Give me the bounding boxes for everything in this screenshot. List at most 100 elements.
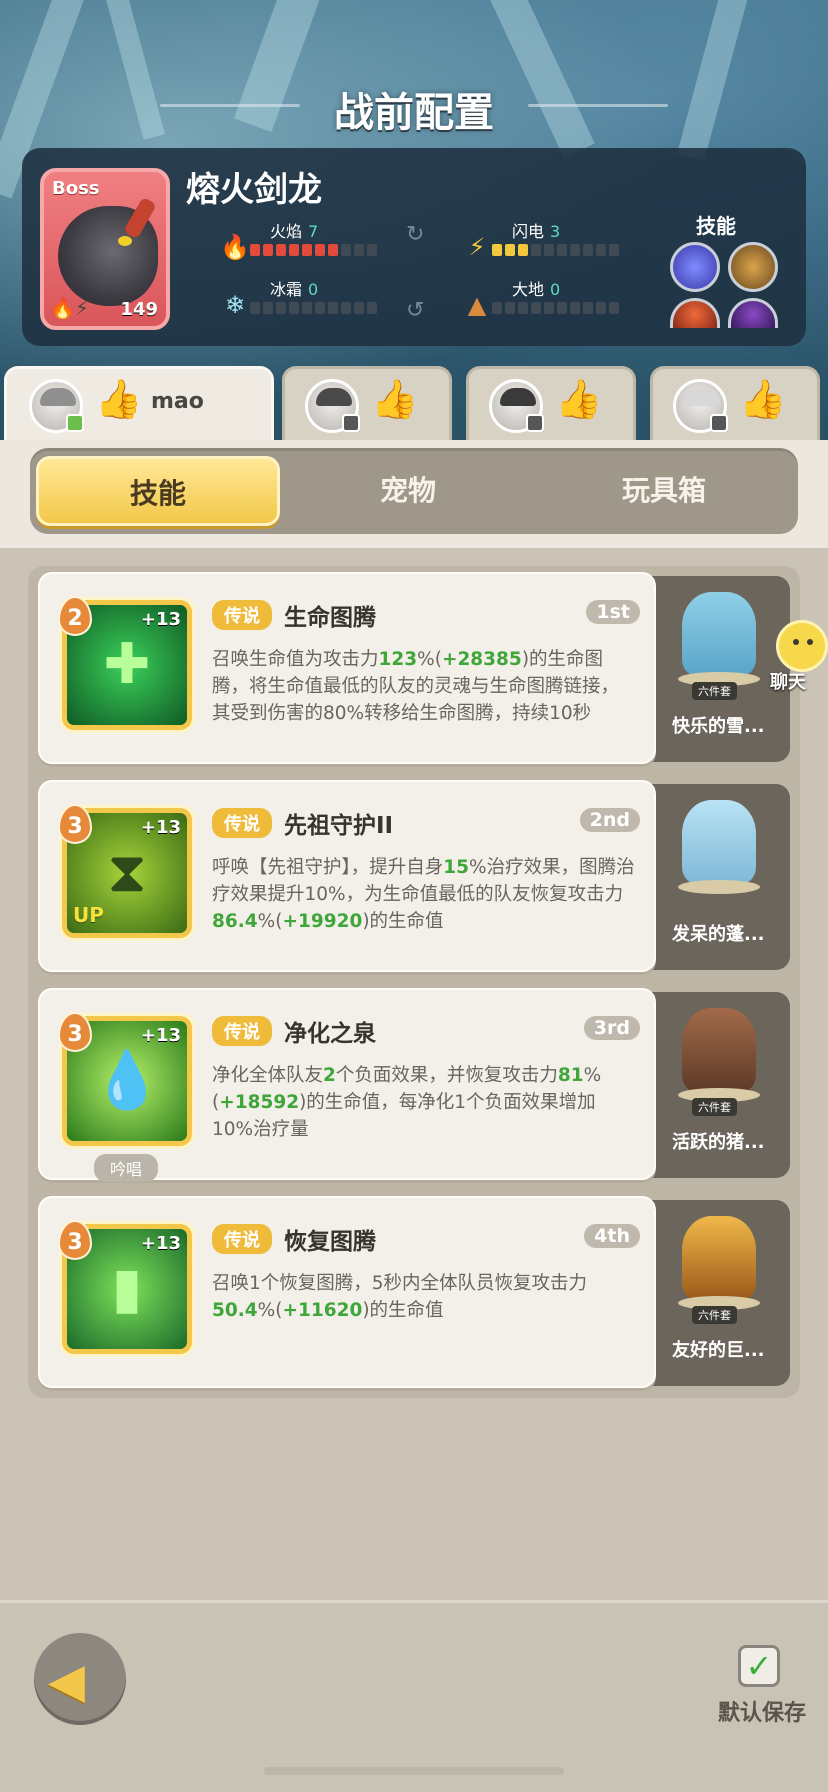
stat-bar-segment <box>302 244 312 256</box>
skill-rank: 2nd <box>579 808 640 832</box>
stat-bar-segment <box>492 302 502 314</box>
player-tab-1[interactable]: 👍 mao <box>4 366 274 440</box>
lightning-icon: ⚡ <box>468 233 486 261</box>
avatar <box>29 379 84 433</box>
player-name: mao <box>151 389 204 414</box>
stat-bar-segment <box>250 302 260 314</box>
page-title: 战前配置 <box>334 90 494 136</box>
stat-bar-segment <box>583 302 593 314</box>
skill-card[interactable]: ▮ +13 3 传说 恢复图腾 4th 召唤1个恢复图腾，5秒内全体队员恢复攻击… <box>38 1196 656 1388</box>
skill-card[interactable]: ✚ +13 2 传说 生命图腾 1st 召唤生命值为攻击力123%(+28385… <box>38 572 656 764</box>
home-indicator <box>264 1767 564 1775</box>
boss-element-icon: 🔥⚡ <box>50 296 89 320</box>
boss-portrait[interactable]: Boss 🔥⚡ 149 <box>40 168 170 330</box>
player-tab-3[interactable]: 👍 <box>466 366 636 440</box>
rarity-tag: 传说 <box>212 600 272 630</box>
skill-card[interactable]: 💧 +13 3 吟唱 传说 净化之泉 3rd 净化全体队友2个负面效果，并恢复攻… <box>38 988 656 1182</box>
stat-bar-segment <box>505 302 515 314</box>
pet-slot[interactable]: 六件套 活跃的猪... <box>648 992 790 1178</box>
pet-slot[interactable]: 发呆的蓬... <box>648 784 790 970</box>
rarity-tag: 传说 <box>212 1224 272 1254</box>
skill-name: 生命图腾 <box>284 605 376 631</box>
stat-bar-segment <box>557 244 567 256</box>
boss-skill-orb[interactable] <box>670 242 720 292</box>
skill-row[interactable]: 发呆的蓬... ⧗ +13 UP 3 传说 先祖守护II 2nd 呼唤【先祖守护… <box>38 780 790 972</box>
flame-icon: 🔥 <box>220 233 250 261</box>
pet-figure-icon <box>682 1008 756 1092</box>
stat-bar-segment <box>328 302 338 314</box>
avatar <box>673 379 728 433</box>
tab-toybox[interactable]: 玩具箱 <box>536 456 792 526</box>
stat-bar-segment <box>263 244 273 256</box>
stat-bar-segment <box>492 244 502 256</box>
stat-bar-segment <box>341 302 351 314</box>
skill-row[interactable]: 六件套 友好的巨... ▮ +13 3 传说 恢复图腾 4th 召唤1个恢复图腾… <box>38 1196 790 1388</box>
stat-bar-segment <box>596 302 606 314</box>
skill-rank: 3rd <box>583 1016 640 1040</box>
stat-bar-segment <box>341 244 351 256</box>
pet-slot[interactable]: 六件套 快乐的雪... <box>648 576 790 762</box>
pet-name: 发呆的蓬... <box>672 924 765 945</box>
stat-bar-segment <box>544 244 554 256</box>
skill-rank: 4th <box>584 1224 640 1248</box>
skill-row[interactable]: 六件套 活跃的猪... 💧 +13 3 吟唱 传说 净化之泉 3rd 净化全体队… <box>38 988 790 1182</box>
boss-skill-orb[interactable] <box>728 242 778 292</box>
pet-figure-icon <box>682 592 756 676</box>
default-save-checkbox[interactable]: ✓ <box>738 1645 780 1687</box>
stat-bar-segment <box>276 244 286 256</box>
stat-bar-segment <box>367 302 377 314</box>
pet-name: 活跃的猪... <box>672 1132 765 1153</box>
boss-level: 149 <box>120 299 158 320</box>
stat-bar-segment <box>250 244 260 256</box>
cycle-arrow-icon: ↺ <box>406 298 425 323</box>
stat-bar-segment <box>609 244 619 256</box>
back-button[interactable]: ◀ <box>34 1633 126 1725</box>
pet-set-tag: 六件套 <box>692 1098 737 1116</box>
avatar <box>305 379 360 433</box>
stat-bar-segment <box>315 302 325 314</box>
rarity-tag: 传说 <box>212 1016 272 1046</box>
skill-rank: 1st <box>586 600 640 624</box>
boss-info-panel: Boss 🔥⚡ 149 熔火剑龙 火焰 7 🔥 闪电 3 ⚡ 冰霜 0 ❄ 大地 0 ▲… <box>22 148 806 346</box>
skill-description: 召唤1个恢复图腾，5秒内全体队员恢复攻击力50.4%(+11620)的生命值 <box>212 1273 588 1321</box>
player-tab-4[interactable]: 👍 <box>650 366 820 440</box>
stat-bar-segment <box>354 244 364 256</box>
stat-bar-segment <box>354 302 364 314</box>
boss-skill-orb[interactable] <box>670 298 720 328</box>
stat-bar-segment <box>315 244 325 256</box>
thumbs-up-icon: 👍 <box>555 377 603 421</box>
tab-pets[interactable]: 宠物 <box>286 456 530 526</box>
player-tab-2[interactable]: 👍 <box>282 366 452 440</box>
stat-bar-segment <box>302 302 312 314</box>
skill-level-badge: 2 <box>58 596 92 636</box>
stat-bar-segment <box>505 244 515 256</box>
pet-set-tag: 六件套 <box>692 1306 737 1324</box>
stat-bar-segment <box>276 302 286 314</box>
stat-bar-segment <box>596 244 606 256</box>
skill-card[interactable]: ⧗ +13 UP 3 传说 先祖守护II 2nd 呼唤【先祖守护】，提升自身15… <box>38 780 656 972</box>
skill-name: 恢复图腾 <box>284 1229 376 1255</box>
pet-figure-icon <box>682 800 756 884</box>
thumbs-up-icon: 👍 <box>739 377 787 421</box>
skill-level-badge: 3 <box>58 1012 92 1052</box>
pet-name: 快乐的雪... <box>672 716 765 737</box>
boss-tag: Boss <box>52 178 100 199</box>
tab-skills[interactable]: 技能 <box>36 456 280 526</box>
skill-description: 召唤生命值为攻击力123%(+28385)的生命图腾，将生命值最低的队友的灵魂与… <box>212 649 620 724</box>
stat-bar-segment <box>570 244 580 256</box>
skill-level-badge: 3 <box>58 804 92 844</box>
skill-row[interactable]: 六件套 快乐的雪... ✚ +13 2 传说 生命图腾 1st 召唤生命值为攻击… <box>38 572 790 764</box>
snowflake-icon: ❄ <box>224 291 246 319</box>
stat-bar-segment <box>289 244 299 256</box>
boss-skill-orb[interactable] <box>728 298 778 328</box>
pet-slot[interactable]: 六件套 友好的巨... <box>648 1200 790 1386</box>
stat-bar-segment <box>263 302 273 314</box>
back-arrow-icon: ◀ <box>48 1653 85 1709</box>
chat-button[interactable]: 聊天 <box>770 620 828 693</box>
stat-bar-segment <box>570 302 580 314</box>
cycle-arrow-icon: ↻ <box>406 222 425 247</box>
stat-bar-segment <box>518 302 528 314</box>
chat-label: 聊天 <box>770 672 806 693</box>
skill-name: 净化之泉 <box>284 1021 376 1047</box>
upgrade-label: UP <box>73 903 104 927</box>
